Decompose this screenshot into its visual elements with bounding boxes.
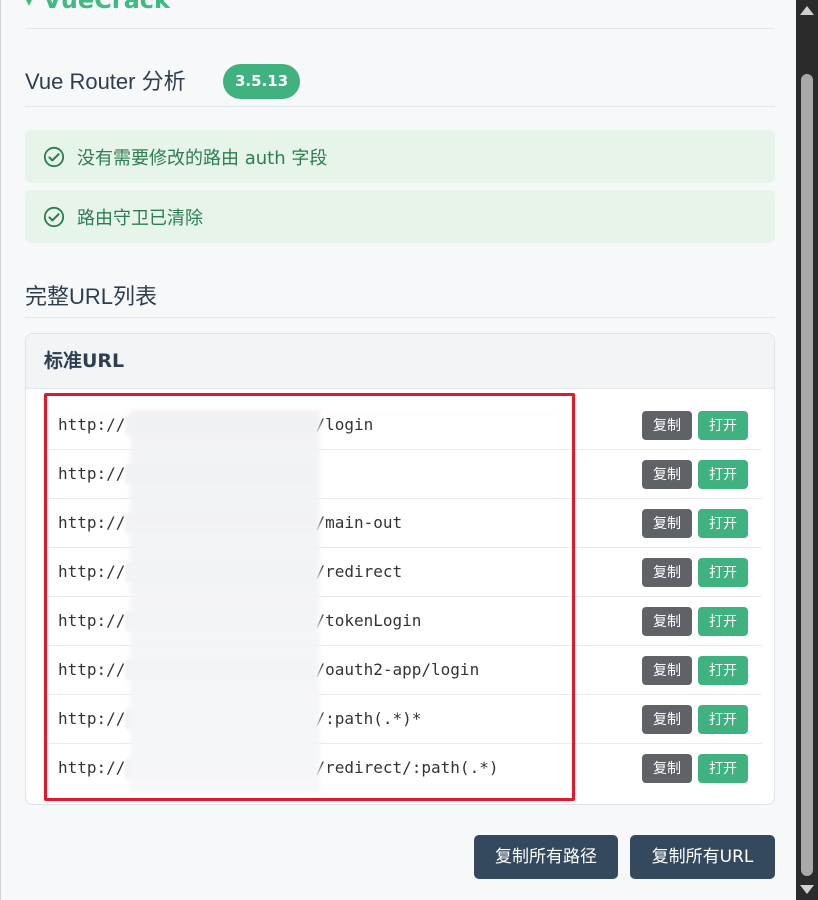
open-button[interactable]: 打开 (698, 558, 748, 587)
highlight-box (44, 393, 575, 801)
divider (25, 106, 775, 107)
open-button[interactable]: 打开 (698, 509, 748, 538)
version-badge: 3.5.13 (223, 64, 301, 99)
open-button[interactable]: 打开 (698, 705, 748, 734)
open-button[interactable]: 打开 (698, 607, 748, 636)
panel-title-cut: ▾ VueCrack (25, 0, 170, 14)
divider (25, 317, 775, 318)
alert-guards-cleared: 路由守卫已清除 (25, 190, 775, 243)
copy-all-urls-button[interactable]: 复制所有URL (630, 835, 775, 879)
scroll-thumb[interactable] (801, 74, 813, 876)
copy-all-paths-button[interactable]: 复制所有路径 (474, 835, 618, 879)
check-circle-icon (43, 146, 65, 167)
divider (25, 28, 775, 29)
url-list-title: 完整URL列表 (25, 284, 158, 309)
check-circle-icon (43, 206, 65, 227)
copy-button[interactable]: 复制 (642, 558, 692, 587)
chevron-down-icon[interactable]: ▾ (25, 0, 33, 10)
open-button[interactable]: 打开 (698, 656, 748, 685)
copy-button[interactable]: 复制 (642, 656, 692, 685)
scrollbar[interactable] (796, 0, 818, 900)
open-button[interactable]: 打开 (698, 754, 748, 783)
app-title: VueCrack (43, 0, 170, 14)
alert-text: 没有需要修改的路由 auth 字段 (77, 147, 328, 169)
copy-button[interactable]: 复制 (642, 509, 692, 538)
copy-button[interactable]: 复制 (642, 411, 692, 440)
alert-auth-fields: 没有需要修改的路由 auth 字段 (25, 130, 775, 183)
alert-text: 路由守卫已清除 (77, 207, 203, 229)
vuecrack-panel: ▾ VueCrack Vue Router 分析 3.5.13 没有需要修改的路… (0, 0, 796, 900)
copy-button[interactable]: 复制 (642, 607, 692, 636)
open-button[interactable]: 打开 (698, 411, 748, 440)
copy-button[interactable]: 复制 (642, 754, 692, 783)
open-button[interactable]: 打开 (698, 460, 748, 489)
scroll-up-icon[interactable] (800, 6, 814, 15)
copy-button[interactable]: 复制 (642, 460, 692, 489)
router-section-title: Vue Router 分析 (25, 69, 186, 94)
copy-button[interactable]: 复制 (642, 705, 692, 734)
scroll-down-icon[interactable] (800, 885, 814, 894)
card-header: 标准URL (26, 334, 774, 389)
